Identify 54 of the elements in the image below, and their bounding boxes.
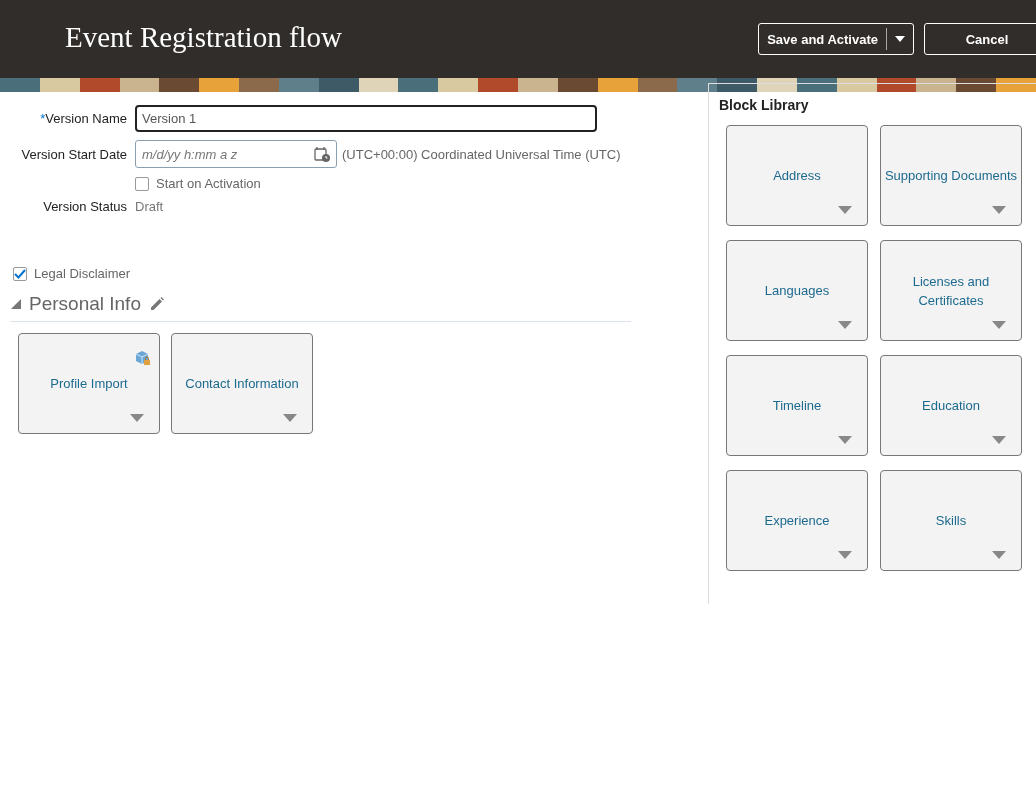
field-label: Version Name	[45, 111, 127, 126]
caret-icon	[838, 436, 852, 444]
panel-title: Block Library	[719, 97, 810, 113]
field-label: Version Start Date	[20, 146, 127, 162]
save-activate-split-button[interactable]: Save and Activate	[758, 23, 914, 55]
block-label: Profile Import	[49, 375, 129, 393]
required-mark: *	[40, 111, 46, 126]
caret-icon	[895, 36, 905, 42]
field-label: Version Status	[42, 199, 127, 214]
edit-button[interactable]	[148, 296, 165, 312]
block-label: Contact Information	[184, 375, 300, 393]
timezone-text: (UTC+00:00) Coordinated Universal Time (UTC)	[342, 146, 621, 162]
triangle-icon	[11, 299, 21, 309]
date-time-input[interactable]: m/d/yy h:mm a z	[135, 140, 337, 168]
section-title: Personal Info	[29, 293, 141, 315]
block-label: Timeline	[771, 397, 823, 415]
page-title: Event Registration flow	[65, 21, 343, 54]
block-label: Experience	[763, 512, 831, 530]
block-label: Address	[772, 167, 822, 185]
block-tile[interactable]: Education	[880, 355, 1022, 456]
caret-icon	[992, 436, 1006, 444]
calendar-icon	[314, 146, 330, 162]
block-tile[interactable]: Languages	[726, 240, 868, 341]
block-tile[interactable]: Profile Import	[18, 333, 160, 434]
version-name-input[interactable]: Version 1	[135, 105, 597, 132]
block-label: Licenses and Certificates	[911, 272, 991, 310]
expand-toggle[interactable]	[11, 299, 21, 309]
checkbox[interactable]	[13, 266, 27, 281]
caret-icon	[992, 321, 1006, 329]
block-tile[interactable]: Skills	[880, 470, 1022, 571]
block-tile[interactable]: Contact Information	[171, 333, 313, 434]
caret-icon	[130, 414, 144, 422]
pencil-icon	[148, 296, 165, 312]
caret-icon	[283, 414, 297, 422]
block-label: Education	[921, 397, 981, 415]
caret-icon	[992, 206, 1006, 214]
block-tile[interactable]: Address	[726, 125, 868, 226]
block-tile[interactable]: Supporting Documents	[880, 125, 1022, 226]
checkbox-label: Start on Activation	[156, 176, 261, 191]
block-label: Supporting Documents	[883, 167, 1019, 185]
block-label: Languages	[763, 282, 831, 300]
caret-icon	[992, 551, 1006, 559]
block-tile[interactable]: Timeline	[726, 355, 868, 456]
checkbox[interactable]	[135, 176, 149, 191]
checkmark-icon	[14, 268, 26, 279]
block-tile[interactable]: Licenses and Certificates	[880, 240, 1022, 341]
block-label: Skills	[934, 512, 968, 530]
checkbox-label: Legal Disclaimer	[34, 266, 131, 281]
block-tile[interactable]: Experience	[726, 470, 868, 571]
caret-icon	[838, 551, 852, 559]
cancel-button[interactable]: Cancel	[924, 23, 1036, 55]
caret-icon	[838, 206, 852, 214]
caret-icon	[838, 321, 852, 329]
status-value: Draft	[135, 199, 165, 214]
